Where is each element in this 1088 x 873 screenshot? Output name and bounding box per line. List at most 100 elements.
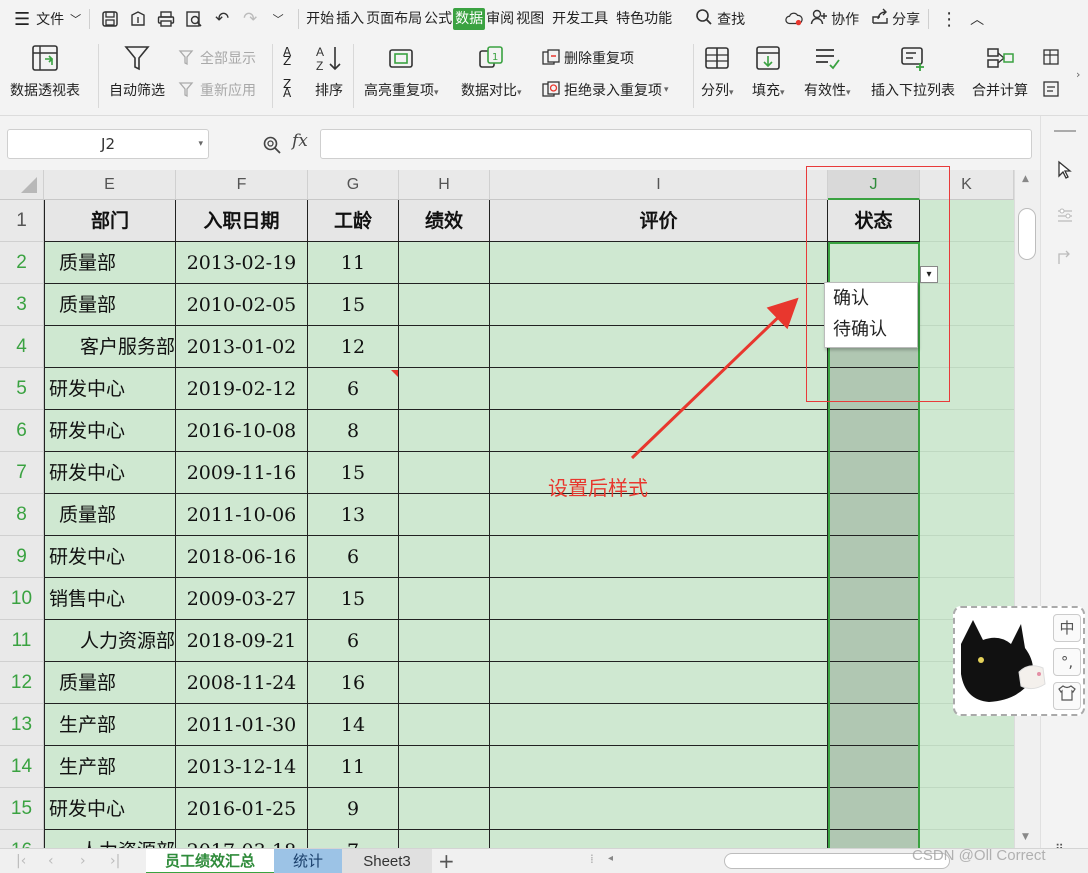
table-cell[interactable]: 质量部 (44, 284, 176, 326)
table-cell[interactable]: 16 (308, 662, 399, 704)
table-cell[interactable] (490, 746, 828, 788)
table-cell[interactable]: 2009-03-27 (176, 578, 308, 620)
table-cell[interactable]: 7 (308, 830, 399, 850)
header-cell[interactable]: 绩效 (399, 200, 490, 242)
table-cell[interactable]: 研发中心 (44, 536, 176, 578)
sort-ascending-button[interactable]: AZ (283, 46, 305, 67)
table-cell[interactable] (399, 242, 490, 284)
table-cell[interactable]: 质量部 (44, 494, 176, 536)
table-cell[interactable] (490, 704, 828, 746)
tab-data[interactable]: 数据 (453, 8, 486, 30)
table-cell[interactable]: 6 (308, 368, 399, 410)
table-cell[interactable]: 2013-02-19 (176, 242, 308, 284)
table-cell[interactable] (399, 578, 490, 620)
tab-splitter-icon[interactable]: ⁞ (590, 852, 594, 866)
table-cell[interactable]: 9 (308, 788, 399, 830)
prev-sheet-icon[interactable]: ‹ (48, 853, 54, 869)
table-cell[interactable]: 14 (308, 704, 399, 746)
tab-formulas[interactable]: 公式 (423, 8, 453, 30)
table-cell[interactable]: 人力资源部 (44, 620, 176, 662)
table-cell[interactable]: 11 (308, 746, 399, 788)
table-cell[interactable] (828, 662, 920, 704)
table-cell[interactable] (828, 410, 920, 452)
ime-punctuation-toggle[interactable]: °, (1053, 648, 1081, 676)
scroll-up-icon[interactable]: ▲ (1022, 174, 1029, 184)
reject-duplicates-button[interactable]: 拒绝录入重复项 ▾ (542, 80, 669, 100)
table-cell[interactable]: 2008-11-24 (176, 662, 308, 704)
table-cell[interactable]: 15 (308, 452, 399, 494)
row-header[interactable]: 12 (0, 662, 44, 704)
table-cell[interactable] (490, 410, 828, 452)
select-all-corner[interactable] (0, 170, 44, 200)
table-cell[interactable] (490, 620, 828, 662)
name-box[interactable]: J2 ▾ (7, 129, 209, 159)
scroll-ribbon-right-icon[interactable]: › (1076, 68, 1080, 81)
row-header[interactable]: 8 (0, 494, 44, 536)
row-header[interactable]: 11 (0, 620, 44, 662)
print-preview-icon[interactable] (185, 10, 203, 28)
table-cell[interactable]: 2016-01-25 (176, 788, 308, 830)
empty-cell[interactable] (920, 410, 1014, 452)
ime-widget[interactable]: 中 °, (953, 606, 1085, 716)
tab-home[interactable]: 开始 (305, 8, 335, 30)
table-cell[interactable]: 15 (308, 284, 399, 326)
save-icon[interactable] (101, 10, 119, 28)
table-cell[interactable] (490, 326, 828, 368)
table-cell[interactable] (828, 494, 920, 536)
table-cell[interactable] (490, 242, 828, 284)
shirt-icon[interactable] (1053, 682, 1081, 710)
table-cell[interactable]: 11 (308, 242, 399, 284)
row-header[interactable]: 13 (0, 704, 44, 746)
table-cell[interactable] (399, 410, 490, 452)
empty-cell[interactable] (920, 536, 1014, 578)
data-compare-button[interactable]: 1 数据对比▾ (461, 42, 522, 100)
vertical-scrollbar[interactable]: ▲ ▼ (1014, 170, 1040, 850)
customize-dropdown-icon[interactable]: ﹀ (269, 10, 287, 28)
tab-insert[interactable]: 插入 (335, 8, 365, 30)
header-cell[interactable]: 工龄 (308, 200, 399, 242)
table-cell[interactable]: 2013-12-14 (176, 746, 308, 788)
column-header-i[interactable]: I (490, 170, 828, 200)
table-cell[interactable] (399, 788, 490, 830)
table-cell[interactable]: 2017-03-18 (176, 830, 308, 850)
row-header[interactable]: 7 (0, 452, 44, 494)
more-ribbon-icon[interactable] (1042, 48, 1064, 66)
row-header[interactable]: 10 (0, 578, 44, 620)
table-cell[interactable]: 2009-11-16 (176, 452, 308, 494)
table-cell[interactable]: 2013-01-02 (176, 326, 308, 368)
table-cell[interactable]: 12 (308, 326, 399, 368)
collaborate-button[interactable]: 协作 (808, 6, 861, 32)
row-header[interactable]: 16 (0, 830, 44, 850)
header-cell[interactable]: 部门 (44, 200, 176, 242)
split-column-button[interactable]: 分列▾ (701, 42, 734, 100)
consolidate-button[interactable]: 合并计算 (972, 42, 1028, 100)
settings-sliders-icon[interactable] (1055, 206, 1075, 226)
formula-input[interactable] (320, 129, 1032, 159)
row-header[interactable]: 3 (0, 284, 44, 326)
last-sheet-icon[interactable]: ›| (110, 853, 120, 869)
add-sheet-icon[interactable]: + (438, 849, 455, 873)
table-cell[interactable] (399, 536, 490, 578)
table-cell[interactable]: 6 (308, 536, 399, 578)
table-cell[interactable] (399, 620, 490, 662)
remove-duplicates-button[interactable]: 删除重复项 (542, 48, 634, 68)
tab-view[interactable]: 视图 (515, 8, 545, 30)
table-cell[interactable]: 研发中心 (44, 452, 176, 494)
table-cell[interactable] (828, 704, 920, 746)
vertical-scroll-thumb[interactable] (1018, 208, 1036, 260)
ime-chinese-toggle[interactable]: 中 (1053, 614, 1081, 642)
table-cell[interactable]: 生产部 (44, 746, 176, 788)
first-sheet-icon[interactable]: |‹ (16, 853, 26, 869)
table-cell[interactable]: 研发中心 (44, 410, 176, 452)
table-cell[interactable]: 2018-06-16 (176, 536, 308, 578)
share-button[interactable]: 分享 (869, 6, 922, 32)
sheet-tab-sheet3[interactable]: Sheet3 (342, 849, 432, 873)
tab-special[interactable]: 特色功能 (615, 8, 673, 30)
refresh-panel-icon[interactable] (1055, 250, 1075, 270)
row-header[interactable]: 1 (0, 200, 44, 242)
highlight-duplicates-button[interactable]: 高亮重复项▾ (364, 42, 439, 100)
table-cell[interactable] (828, 830, 920, 850)
sheet-tab-summary[interactable]: 员工绩效汇总 (146, 849, 274, 873)
more-options-icon[interactable]: ⋮ (940, 9, 958, 30)
header-cell[interactable]: 评价 (490, 200, 828, 242)
